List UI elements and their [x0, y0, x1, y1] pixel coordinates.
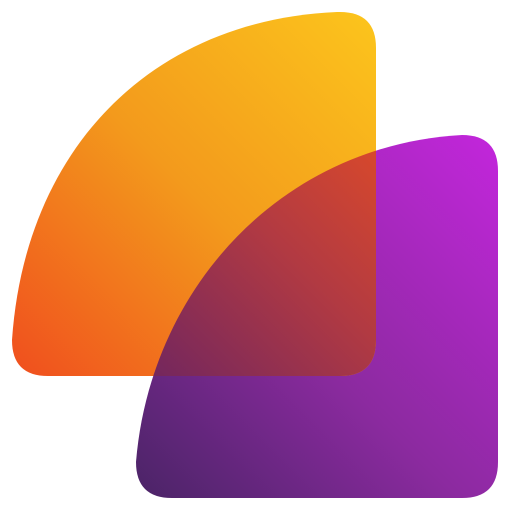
logo-canvas: [0, 0, 512, 512]
overlapping-shapes-logo: [12, 12, 498, 498]
